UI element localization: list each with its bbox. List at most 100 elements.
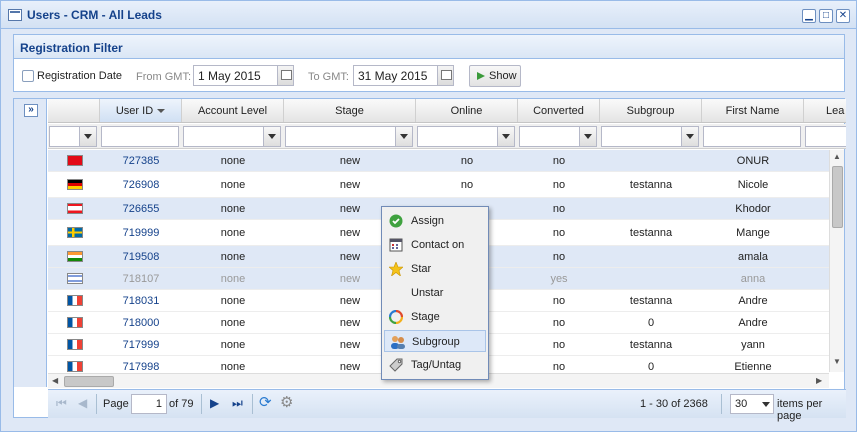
menu-item-unstar[interactable]: Unstar [384,282,486,304]
chevron-down-icon [79,127,96,146]
cell-account-level: none [220,179,246,191]
menu-item-label: Unstar [411,287,444,299]
scroll-right-icon[interactable]: ▶ [816,376,822,385]
horizontal-scroll-thumb[interactable] [64,376,114,387]
france-flag-icon [67,339,83,350]
turkey-flag-icon [67,155,83,166]
cell-first-name: anna [740,273,766,285]
to-date-input[interactable]: 31 May 2015 [353,65,438,86]
close-button[interactable]: ✕ [836,9,850,23]
cell-subgroup: 0 [647,317,655,329]
vertical-scroll-thumb[interactable] [832,166,843,228]
toolbar-separator [201,394,202,414]
from-date-picker-button[interactable] [277,65,294,86]
column-header-first-name[interactable]: First Name [702,99,804,122]
account-level-filter-dropdown[interactable] [183,126,281,147]
scroll-down-icon[interactable]: ▼ [833,357,841,366]
cell-converted: no [552,203,566,215]
cell-account-level: none [220,251,246,263]
cell-first-name: Mange [736,227,770,239]
registration-date-checkbox[interactable] [22,70,34,82]
next-page-icon[interactable]: ▶ [210,396,219,410]
first-name-filter-input[interactable] [703,126,801,147]
prev-page-icon[interactable]: ◀ [78,396,87,410]
column-header-user-id[interactable]: User ID [100,99,182,122]
sort-desc-icon [157,109,166,114]
registration-filter-panel: Registration Filter Registration Date Fr… [13,34,845,92]
flag-filter-dropdown[interactable] [49,126,97,147]
column-header-account-level[interactable]: Account Level [182,99,284,122]
column-header-converted[interactable]: Converted [518,99,600,122]
chevron-down-icon [497,127,514,146]
grid-header: User ID Account Level Stage Online Conve… [48,99,846,123]
cell-user-id: 718031 [122,295,160,307]
chevron-down-icon [762,402,770,407]
cell-user-id: 719999 [122,227,160,239]
lead-filter-input[interactable] [805,126,846,147]
side-panel-collapsed: » [14,99,47,387]
menu-item-tag-untag[interactable]: Tag/Untag [384,354,486,376]
column-header-subgroup[interactable]: Subgroup [600,99,702,122]
menu-item-star[interactable]: Star [384,258,486,280]
table-row[interactable]: 727385 none new no no ONUR [48,150,829,172]
scroll-left-icon[interactable]: ◀ [52,376,58,385]
from-date-input[interactable]: 1 May 2015 [193,65,278,86]
cell-subgroup: testanna [629,339,673,351]
cell-converted: no [552,155,566,167]
cell-converted: no [552,317,566,329]
page-number-input[interactable]: 1 [131,394,167,414]
first-page-icon[interactable]: ⏮ [56,396,67,411]
settings-gear-icon[interactable]: ⚙ [280,393,293,411]
menu-item-stage[interactable]: Stage [384,306,486,328]
converted-filter-dropdown[interactable] [519,126,597,147]
cell-converted: yes [550,273,568,285]
items-per-page-select[interactable]: 30 [730,394,774,414]
column-header-flag [48,99,100,122]
page-label: Page [103,398,129,410]
cell-user-id: 726908 [122,179,160,191]
cell-first-name: Andre [738,317,768,329]
chevron-down-icon [263,127,280,146]
menu-item-label: Tag/Untag [411,359,462,371]
menu-item-assign[interactable]: Assign [384,210,486,232]
expand-panel-button[interactable]: » [24,104,38,117]
column-header-lead[interactable]: Lea [804,99,846,122]
last-page-icon[interactable]: ⏭ [232,396,243,411]
scroll-up-icon[interactable]: ▲ [833,152,841,161]
stage-filter-dropdown[interactable] [285,126,413,147]
window-icon [8,9,22,21]
cell-converted: no [552,295,566,307]
record-range-text: 1 - 30 of 2368 [640,398,708,410]
filter-row [48,124,846,149]
cell-first-name: Andre [738,295,768,307]
column-header-stage[interactable]: Stage [284,99,416,122]
menu-item-subgroup[interactable]: Subgroup [384,330,486,352]
vertical-scrollbar[interactable]: ▲ ▼ [829,150,844,372]
table-row[interactable]: 726908 none new no no testanna Nicole [48,172,829,198]
page-count-label: of 79 [169,398,194,410]
cell-converted: no [552,251,566,263]
star-icon [388,261,404,277]
cell-user-id: 726655 [122,203,160,215]
cell-converted: no [552,179,566,191]
cell-account-level: none [220,295,246,307]
cell-first-name: yann [741,339,765,351]
refresh-icon[interactable]: ⟳ [259,393,272,411]
cell-first-name: Khodor [735,203,771,215]
cell-user-id: 717998 [122,361,160,373]
column-header-online[interactable]: Online [416,99,518,122]
to-date-picker-button[interactable] [437,65,454,86]
minimize-button[interactable]: ▁ [802,9,816,23]
crm-window: Users - CRM - All Leads ▁ □ ✕ Registrati… [0,0,857,432]
items-per-page-label: items per page [777,398,823,422]
menu-item-contact-on[interactable]: Contact on [384,234,486,256]
cell-user-id: 727385 [122,155,160,167]
subgroup-filter-dropdown[interactable] [601,126,699,147]
cell-account-level: none [220,273,246,285]
user-id-filter-input[interactable] [101,126,179,147]
cell-online: no [460,179,474,191]
cell-converted: no [552,339,566,351]
show-button[interactable]: Show [469,65,521,87]
online-filter-dropdown[interactable] [417,126,515,147]
maximize-button[interactable]: □ [819,9,833,23]
